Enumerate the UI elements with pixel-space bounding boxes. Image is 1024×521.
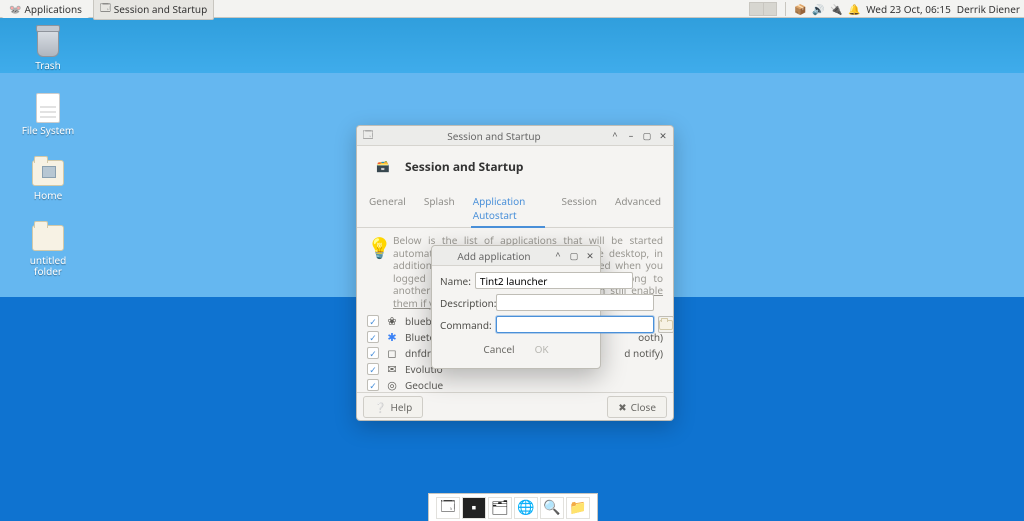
command-input[interactable] [496, 316, 654, 333]
close-button[interactable]: ✕ [584, 250, 596, 262]
dock-item-directory[interactable]: 📁 [566, 497, 590, 519]
desktop-icons: Trash File System Home untitled folder [18, 28, 78, 277]
tabs: General Splash Application Autostart Ses… [357, 186, 673, 228]
ok-button[interactable]: OK [535, 342, 549, 356]
close-label: Close [631, 400, 656, 414]
app-icon: ✱ [385, 330, 399, 344]
close-icon: ✖ [618, 400, 626, 414]
home-folder-icon [31, 158, 65, 188]
tab-general[interactable]: General [367, 190, 408, 227]
app-icon: ❀ [385, 314, 399, 328]
app-icon: ◎ [385, 378, 399, 392]
notifications-icon[interactable]: 🔔 [848, 3, 860, 15]
checkbox[interactable]: ✓ [367, 347, 379, 359]
command-row: Command: [440, 316, 592, 333]
session-icon: 🗃️ [369, 152, 397, 180]
maximize-button[interactable]: ▢ [568, 250, 580, 262]
dock-item-show-desktop[interactable]: 🗔 [436, 497, 460, 519]
cancel-button[interactable]: Cancel [483, 342, 514, 356]
show-desktop-icon: 🗔 [440, 496, 455, 520]
desktop-icon-trash[interactable]: Trash [18, 28, 78, 71]
name-input[interactable] [475, 272, 633, 289]
checkbox[interactable]: ✓ [367, 315, 379, 327]
tab-advanced[interactable]: Advanced [613, 190, 663, 227]
applications-menu-button[interactable]: 🐭 Applications [2, 0, 89, 18]
dialog-title: Add application [436, 249, 552, 263]
desktop-icon-untitled-folder[interactable]: untitled folder [18, 223, 78, 277]
window-title: Session and Startup [379, 129, 609, 143]
xfce-logo-icon: 🐭 [9, 2, 21, 16]
app-icon: ✉ [385, 362, 399, 376]
bottom-dock: 🗔 ▪ 🗂 🌐 🔍 📁 [428, 493, 598, 521]
window-icon: 🗔 [361, 129, 375, 143]
dock-item-file-manager[interactable]: 🗂 [488, 497, 512, 519]
trash-icon [31, 28, 65, 58]
help-icon: ❔ [374, 400, 386, 414]
help-button[interactable]: ❔ Help [363, 396, 423, 418]
globe-icon: 🌐 [517, 498, 534, 517]
name-label: Name: [440, 274, 471, 288]
description-input[interactable] [496, 294, 654, 311]
checkbox[interactable]: ✓ [367, 331, 379, 343]
close-button[interactable]: ✕ [657, 130, 669, 142]
top-panel: 🐭 Applications 🗔 Session and Startup 📦 🔊… [0, 0, 1024, 18]
window-menu-button[interactable]: ^ [552, 250, 564, 262]
dialog-actions: Cancel OK [440, 338, 592, 362]
description-label: Description: [440, 296, 492, 310]
command-label: Command: [440, 318, 492, 332]
autostart-item[interactable]: ✓ ◎ Geoclue [367, 377, 663, 392]
maximize-button[interactable]: ▢ [641, 130, 653, 142]
window-header-title: Session and Startup [405, 158, 524, 175]
search-icon: 🔍 [543, 498, 560, 517]
window-menu-button[interactable]: ^ [609, 130, 621, 142]
volume-icon[interactable]: 🔊 [812, 3, 824, 15]
terminal-icon: ▪ [472, 498, 477, 517]
lightbulb-icon: 💡 [367, 234, 387, 309]
tab-session[interactable]: Session [559, 190, 599, 227]
minimize-button[interactable]: – [625, 130, 637, 142]
window-footer: ❔ Help ✖ Close [357, 392, 673, 420]
name-row: Name: [440, 272, 592, 289]
desktop-icon-home[interactable]: Home [18, 158, 78, 201]
close-window-button[interactable]: ✖ Close [607, 396, 667, 418]
updates-icon[interactable]: 📦 [794, 3, 806, 15]
tab-application-autostart[interactable]: Application Autostart [471, 190, 546, 228]
desktop-icon-label: File System [22, 125, 75, 136]
folder-icon: 📁 [569, 498, 586, 517]
checkbox[interactable]: ✓ [367, 363, 379, 375]
app-icon: ◻ [385, 346, 399, 360]
drive-icon [31, 93, 65, 123]
dock-item-web-browser[interactable]: 🌐 [514, 497, 538, 519]
dock-item-app-finder[interactable]: 🔍 [540, 497, 564, 519]
file-manager-icon: 🗂 [491, 498, 509, 517]
desktop-icon-label: Home [34, 190, 62, 201]
desktop-icon-filesystem[interactable]: File System [18, 93, 78, 136]
app-label-tail: d notify) [624, 346, 663, 360]
app-label: Geoclue [405, 378, 443, 392]
add-application-dialog: Add application ^ ▢ ✕ Name: Description:… [431, 245, 601, 369]
dialog-titlebar[interactable]: Add application ^ ▢ ✕ [432, 246, 600, 266]
desktop-icon-label: untitled folder [30, 255, 67, 277]
checkbox[interactable]: ✓ [367, 379, 379, 391]
taskbar-item-session-startup[interactable]: 🗔 Session and Startup [93, 0, 214, 20]
workspace-switcher[interactable] [749, 2, 777, 16]
folder-open-icon [659, 320, 673, 330]
desktop-icon-label: Trash [35, 60, 61, 71]
browse-button[interactable] [658, 316, 674, 333]
description-row: Description: [440, 294, 592, 311]
folder-icon [31, 223, 65, 253]
user-label[interactable]: Derrik Diener [957, 2, 1020, 16]
window-icon: 🗔 [100, 0, 111, 18]
panel-separator [785, 2, 786, 16]
network-icon[interactable]: 🔌 [830, 3, 842, 15]
help-label: Help [390, 400, 412, 414]
window-header: 🗃️ Session and Startup [357, 146, 673, 186]
titlebar[interactable]: 🗔 Session and Startup ^ – ▢ ✕ [357, 126, 673, 146]
dock-item-terminal[interactable]: ▪ [462, 497, 486, 519]
taskbar-item-label: Session and Startup [114, 2, 207, 16]
applications-menu-label: Applications [24, 2, 81, 16]
tab-splash[interactable]: Splash [422, 190, 457, 227]
clock-label[interactable]: Wed 23 Oct, 06:15 [866, 2, 951, 16]
